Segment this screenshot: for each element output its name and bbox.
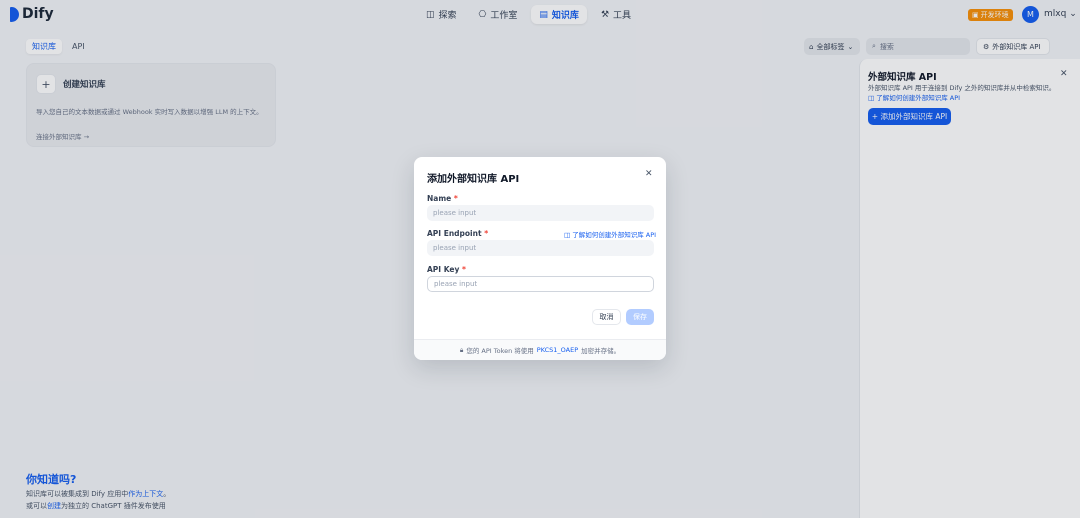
required-mark: * (461, 265, 466, 274)
footer-post: 加密并存储。 (581, 347, 621, 355)
name-label-text: Name (427, 194, 452, 203)
required-mark: * (453, 194, 458, 203)
api-key-label: API Key * (427, 265, 466, 274)
name-input[interactable]: please input (427, 205, 654, 221)
api-key-label-text: API Key (427, 265, 460, 274)
name-label: Name * (427, 194, 458, 203)
api-key-input[interactable]: please input (427, 276, 654, 292)
modal-title: 添加外部知识库 API (427, 174, 520, 185)
endpoint-doc-link-label: 了解如何创建外部知识库 API (572, 231, 657, 239)
pkcs-link[interactable]: PKCS1_OAEP (537, 346, 578, 354)
endpoint-doc-link[interactable]: ◫ 了解如何创建外部知识库 API (564, 229, 656, 239)
cancel-button[interactable]: 取消 (592, 309, 621, 325)
close-icon[interactable]: ✕ (645, 169, 653, 179)
lock-icon: 🔒︎ (459, 345, 464, 354)
save-button[interactable]: 保存 (626, 309, 654, 325)
api-key-placeholder: please input (434, 280, 478, 288)
required-mark: * (484, 229, 489, 238)
name-placeholder: please input (433, 209, 477, 217)
add-external-api-modal: 添加外部知识库 API ✕ Name * please input API En… (414, 157, 666, 360)
endpoint-label-text: API Endpoint (427, 229, 482, 238)
endpoint-placeholder: please input (433, 244, 477, 252)
footer-pre: 您的 API Token 将使用 (466, 347, 534, 355)
book-icon: ◫ (564, 231, 571, 239)
modal-footer: 🔒︎ 您的 API Token 将使用 PKCS1_OAEP 加密并存储。 (414, 339, 666, 360)
endpoint-label: API Endpoint * (427, 229, 488, 238)
endpoint-input[interactable]: please input (427, 240, 654, 256)
